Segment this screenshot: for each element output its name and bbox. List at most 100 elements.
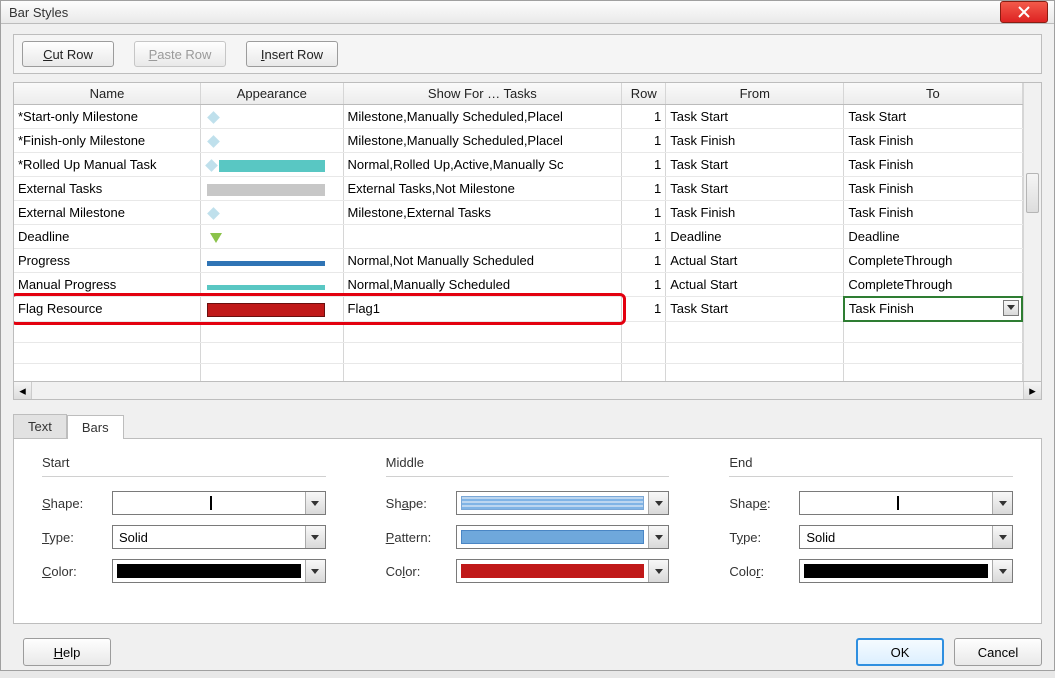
close-button[interactable]: [1000, 1, 1048, 23]
cell-to[interactable]: Task Finish: [844, 201, 1022, 225]
scroll-right-button[interactable]: ▸: [1023, 382, 1041, 399]
col-header-appearance[interactable]: Appearance: [201, 83, 344, 104]
table-row-empty[interactable]: [14, 363, 1022, 381]
cell-row[interactable]: 1: [622, 201, 666, 225]
table-row[interactable]: *Start-only Milestone Milestone,Manually …: [14, 104, 1022, 128]
cell-to[interactable]: CompleteThrough: [844, 273, 1022, 297]
cell-to[interactable]: Deadline: [844, 225, 1022, 249]
cell-name[interactable]: *Start-only Milestone: [14, 104, 201, 128]
middle-shape-combo[interactable]: [456, 491, 670, 515]
help-button[interactable]: Help: [23, 638, 111, 666]
cell-show[interactable]: [343, 225, 622, 249]
chevron-down-icon[interactable]: [1003, 300, 1019, 316]
bar-styles-grid[interactable]: Name Appearance Show For … Tasks Row Fro…: [14, 83, 1023, 381]
table-row[interactable]: External Tasks External Tasks,Not Milesto…: [14, 177, 1022, 201]
cell-from[interactable]: Task Finish: [666, 201, 844, 225]
cell-appearance[interactable]: [201, 297, 344, 322]
cell-to[interactable]: Task Finish: [844, 152, 1022, 177]
table-row[interactable]: *Finish-only Milestone Milestone,Manually…: [14, 128, 1022, 152]
end-color-combo[interactable]: [799, 559, 1013, 583]
color-swatch-black: [117, 564, 301, 578]
col-header-to[interactable]: To: [844, 83, 1022, 104]
middle-color-combo[interactable]: [456, 559, 670, 583]
scrollbar-thumb[interactable]: [1026, 173, 1039, 213]
cell-row[interactable]: 1: [622, 249, 666, 273]
cell-row[interactable]: 1: [622, 273, 666, 297]
col-header-name[interactable]: Name: [14, 83, 201, 104]
cell-row[interactable]: 1: [622, 128, 666, 152]
end-type-combo[interactable]: Solid: [799, 525, 1013, 549]
end-shape-label: Shape:: [729, 496, 789, 511]
cell-appearance[interactable]: [201, 201, 344, 225]
cell-name[interactable]: External Tasks: [14, 177, 201, 201]
table-row-empty[interactable]: [14, 321, 1022, 342]
cell-from[interactable]: Deadline: [666, 225, 844, 249]
cell-name[interactable]: *Finish-only Milestone: [14, 128, 201, 152]
cell-row[interactable]: 1: [622, 152, 666, 177]
table-row[interactable]: Deadline1DeadlineDeadline: [14, 225, 1022, 249]
insert-row-button[interactable]: Insert Row: [246, 41, 338, 67]
cell-from[interactable]: Task Finish: [666, 128, 844, 152]
table-row[interactable]: Manual Progress Normal,Manually Scheduled…: [14, 273, 1022, 297]
ok-button[interactable]: OK: [856, 638, 944, 666]
cell-to[interactable]: Task Finish: [844, 128, 1022, 152]
cell-appearance[interactable]: [201, 249, 344, 273]
tab-text[interactable]: Text: [13, 414, 67, 438]
col-header-from[interactable]: From: [666, 83, 844, 104]
col-header-show[interactable]: Show For … Tasks: [343, 83, 622, 104]
table-row-empty[interactable]: [14, 342, 1022, 363]
cell-from[interactable]: Actual Start: [666, 273, 844, 297]
table-row[interactable]: Progress Normal,Not Manually Scheduled1Ac…: [14, 249, 1022, 273]
cell-show[interactable]: Normal,Manually Scheduled: [343, 273, 622, 297]
middle-pattern-combo[interactable]: [456, 525, 670, 549]
middle-section-title: Middle: [386, 455, 670, 470]
cell-name[interactable]: Progress: [14, 249, 201, 273]
cell-to[interactable]: CompleteThrough: [844, 249, 1022, 273]
cell-show[interactable]: Milestone,Manually Scheduled,Placel: [343, 104, 622, 128]
cell-row[interactable]: 1: [622, 225, 666, 249]
cell-from[interactable]: Task Start: [666, 152, 844, 177]
table-row[interactable]: External Milestone Milestone,External Tas…: [14, 201, 1022, 225]
cell-name[interactable]: Deadline: [14, 225, 201, 249]
cell-appearance[interactable]: [201, 177, 344, 201]
cell-appearance[interactable]: [201, 128, 344, 152]
cell-appearance[interactable]: [201, 104, 344, 128]
cell-to[interactable]: Task Finish: [844, 297, 1022, 322]
cell-row[interactable]: 1: [622, 297, 666, 322]
cell-name[interactable]: External Milestone: [14, 201, 201, 225]
cell-name[interactable]: Manual Progress: [14, 273, 201, 297]
end-shape-combo[interactable]: [799, 491, 1013, 515]
start-shape-combo[interactable]: [112, 491, 326, 515]
start-shape-label: Shape:: [42, 496, 102, 511]
cell-from[interactable]: Actual Start: [666, 249, 844, 273]
cell-name[interactable]: Flag Resource: [14, 297, 201, 322]
start-color-combo[interactable]: [112, 559, 326, 583]
cancel-button[interactable]: Cancel: [954, 638, 1042, 666]
cell-show[interactable]: External Tasks,Not Milestone: [343, 177, 622, 201]
grid-horizontal-scrollbar[interactable]: ◂ ▸: [13, 382, 1042, 400]
cut-row-button[interactable]: Cut Row: [22, 41, 114, 67]
cell-from[interactable]: Task Start: [666, 177, 844, 201]
col-header-row[interactable]: Row: [622, 83, 666, 104]
cell-appearance[interactable]: [201, 273, 344, 297]
cell-row[interactable]: 1: [622, 104, 666, 128]
cell-appearance[interactable]: [201, 225, 344, 249]
cell-row[interactable]: 1: [622, 177, 666, 201]
cell-show[interactable]: Normal,Rolled Up,Active,Manually Sc: [343, 152, 622, 177]
table-row[interactable]: Flag Resource Flag11Task StartTask Finish: [14, 297, 1022, 322]
cell-appearance[interactable]: [201, 152, 344, 177]
cell-name[interactable]: *Rolled Up Manual Task: [14, 152, 201, 177]
cell-show[interactable]: Flag1: [343, 297, 622, 322]
tab-bars[interactable]: Bars: [67, 415, 124, 439]
cell-to[interactable]: Task Start: [844, 104, 1022, 128]
cell-to[interactable]: Task Finish: [844, 177, 1022, 201]
cell-show[interactable]: Milestone,External Tasks: [343, 201, 622, 225]
cell-from[interactable]: Task Start: [666, 104, 844, 128]
grid-vertical-scrollbar[interactable]: [1023, 83, 1041, 381]
cell-from[interactable]: Task Start: [666, 297, 844, 322]
cell-show[interactable]: Milestone,Manually Scheduled,Placel: [343, 128, 622, 152]
cell-show[interactable]: Normal,Not Manually Scheduled: [343, 249, 622, 273]
table-row[interactable]: *Rolled Up Manual Task Normal,Rolled Up,A…: [14, 152, 1022, 177]
start-type-combo[interactable]: Solid: [112, 525, 326, 549]
scroll-left-button[interactable]: ◂: [14, 382, 32, 399]
